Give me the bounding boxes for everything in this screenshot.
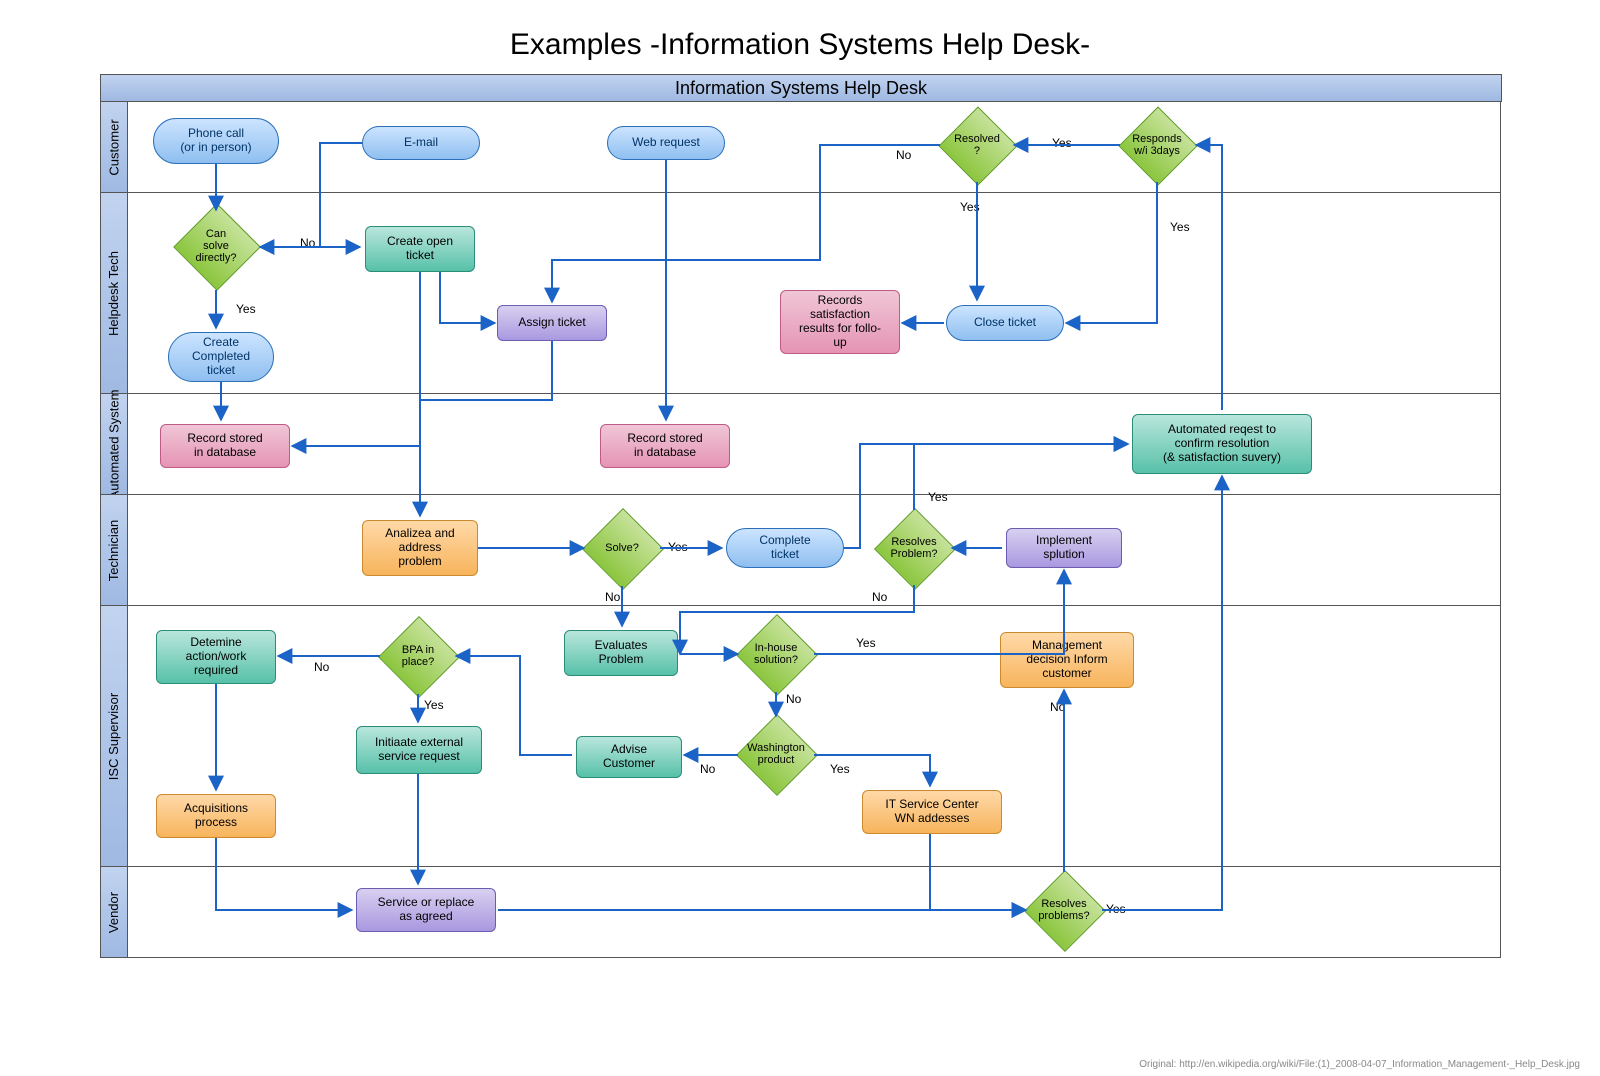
lane-auto: Automated System [100,393,128,495]
node-serviceagreed: Service or replaceas agreed [356,888,496,932]
node-autoreq: Automated reqest toconfirm resolution(& … [1132,414,1312,474]
node-analize: Analizea andaddressproblem [362,520,478,576]
lbl-resprob2-yes: Yes [1106,902,1126,916]
lane-body-supervisor [127,605,1501,867]
node-itservice: IT Service CenterWN addesses [862,790,1002,834]
lane-vendor: Vendor [100,866,128,958]
node-washington: Washingtonproduct [748,726,804,782]
node-recordsat: Recordssatisfactionresults for follo-up [780,290,900,354]
node-solve: Solve? [594,520,650,576]
node-assign: Assign ticket [497,305,607,341]
node-createopen: Create openticket [365,226,475,272]
node-cansolve: Cansolvedirectly? [186,216,246,276]
lbl-responds-yes1: Yes [1052,136,1072,150]
lbl-resprob2-no: No [1050,700,1065,714]
node-mgmt: Managementdecision Informcustomer [1000,632,1134,688]
lane-customer: Customer [100,101,128,193]
lbl-cansolve-no: No [300,236,315,250]
node-implement: Implementsplution [1006,528,1122,568]
node-web: Web request [607,126,725,160]
lane-body-customer [127,101,1501,193]
lbl-resprob-no: No [872,590,887,604]
lbl-solve-yes: Yes [668,540,688,554]
page-title: Examples -Information Systems Help Desk- [0,0,1600,62]
lbl-resolved-yes: Yes [960,200,980,214]
lane-tech: Technician [100,494,128,606]
lbl-inhouse-yes: Yes [856,636,876,650]
node-evaluates: EvaluatesProblem [564,630,678,676]
node-phone: Phone call(or in person) [153,118,279,164]
lane-body-vendor [127,866,1501,958]
node-recstore1: Record storedin database [160,424,290,468]
lbl-inhouse-no: No [786,692,801,706]
swimlane-header: Information Systems Help Desk [100,74,1502,102]
credit: Original: http://en.wikipedia.org/wiki/F… [1139,1059,1580,1070]
lbl-resprob-yes: Yes [928,490,948,504]
node-email: E-mail [362,126,480,160]
node-determine: Detemineaction/workrequired [156,630,276,684]
node-responds: Respondsw/i 3days [1130,118,1184,172]
lbl-bpa-yes: Yes [424,698,444,712]
node-resolved: Resolved? [950,118,1004,172]
node-bpa: BPA inplace? [390,628,446,684]
node-initiate: Initiaate externalservice request [356,726,482,774]
node-completeticket: Completeticket [726,528,844,568]
node-resolvesprob: ResolvesProblem? [886,520,942,576]
lbl-wash-no: No [700,762,715,776]
node-createcompleted: CreateCompletedticket [168,332,274,382]
node-closeticket: Close ticket [946,305,1064,341]
node-acquisitions: Acquisitionsprocess [156,794,276,838]
node-recstore2: Record storedin database [600,424,730,468]
lbl-solve-no: No [605,590,620,604]
node-advise: AdviseCustomer [576,736,682,778]
lbl-cansolve-yes: Yes [236,302,256,316]
lane-supervisor: ISC Supervisor [100,605,128,867]
node-resolvesprob2: Resolvesproblems? [1036,882,1092,938]
lbl-resolved-no: No [896,148,911,162]
lbl-wash-yes: Yes [830,762,850,776]
lane-helpdesk: Helpdesk Tech [100,192,128,394]
lbl-bpa-no: No [314,660,329,674]
node-inhouse: In-housesolution? [748,626,804,682]
lbl-responds-yes2: Yes [1170,220,1190,234]
